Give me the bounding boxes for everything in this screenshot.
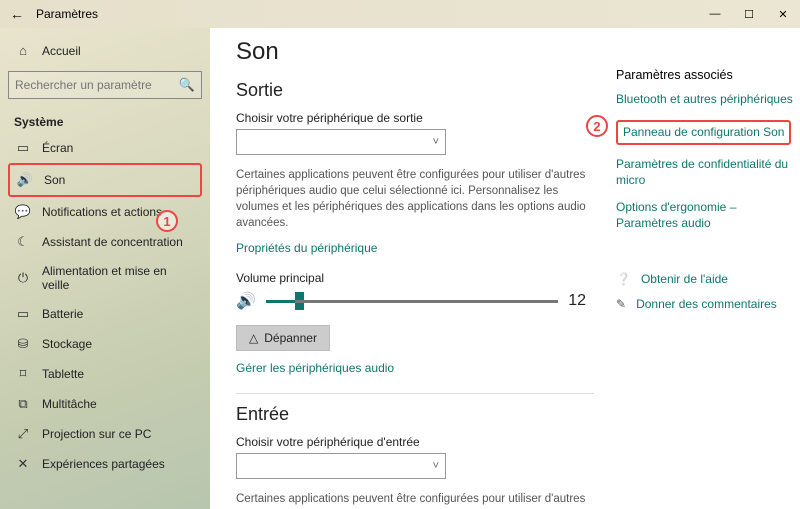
storage-icon: ⛁ (14, 336, 32, 352)
sidebar-item-home[interactable]: ⌂ Accueil (8, 36, 202, 65)
sidebar-item-label: Batterie (42, 307, 83, 321)
sidebar: ⌂ Accueil 🔍 Système ▭ Écran 🔊 Son 💬 Noti… (0, 28, 210, 509)
search-icon: 🔍 (179, 77, 195, 93)
sidebar-item-label: Projection sur ce PC (42, 427, 151, 441)
maximize-button[interactable]: ☐ (732, 0, 766, 28)
get-help-label: Obtenir de l'aide (641, 272, 728, 288)
project-icon: ⤢ (14, 426, 32, 442)
sidebar-item-battery[interactable]: ▭ Batterie (8, 299, 202, 329)
give-feedback-label: Donner des commentaires (636, 297, 777, 313)
main-content: Son Sortie Choisir votre périphérique de… (210, 28, 610, 509)
warning-icon: △ (249, 331, 258, 345)
power-icon: ⏻ (14, 270, 32, 286)
link-mic-privacy[interactable]: Paramètres de confidentialité du micro (616, 157, 794, 188)
sidebar-section-heading: Système (8, 109, 202, 133)
sound-icon: 🔊 (16, 172, 34, 188)
minimize-button[interactable]: — (698, 0, 732, 28)
slider-thumb[interactable] (295, 292, 304, 310)
input-device-label: Choisir votre périphérique d'entrée (236, 435, 594, 449)
sidebar-item-sound[interactable]: 🔊 Son (8, 163, 202, 197)
tablet-icon: ⌑ (14, 366, 32, 382)
sidebar-item-label: Multitâche (42, 397, 97, 411)
sidebar-item-label: Son (44, 173, 65, 187)
page-title: Son (236, 38, 594, 66)
sidebar-item-focus-assist[interactable]: ☾ Assistant de concentration (8, 227, 202, 257)
annotation-callout-1: 1 (156, 210, 178, 232)
sidebar-item-storage[interactable]: ⛁ Stockage (8, 329, 202, 359)
master-volume-label: Volume principal (236, 271, 594, 285)
feedback-icon: ✎ (616, 297, 626, 311)
related-heading: Paramètres associés (616, 68, 794, 82)
output-description: Certaines applications peuvent être conf… (236, 167, 586, 231)
search-input[interactable] (15, 78, 179, 92)
sidebar-item-label: Expériences partagées (42, 457, 165, 471)
titlebar: ← Paramètres (0, 0, 800, 28)
sidebar-item-tablet[interactable]: ⌑ Tablette (8, 359, 202, 389)
divider (236, 393, 594, 394)
annotation-callout-2: 2 (586, 115, 608, 137)
manage-audio-link[interactable]: Gérer les périphériques audio (236, 361, 394, 375)
input-description: Certaines applications peuvent être conf… (236, 491, 586, 509)
window-controls: — ☐ ✕ (698, 0, 800, 28)
related-settings: Paramètres associés Bluetooth et autres … (610, 28, 800, 509)
chevron-down-icon: ˅ (433, 136, 439, 148)
troubleshoot-button[interactable]: △ Dépanner (236, 325, 330, 351)
volume-value: 12 (568, 292, 586, 310)
sidebar-item-label: Écran (42, 141, 73, 155)
sidebar-item-label: Tablette (42, 367, 84, 381)
link-sound-control-panel[interactable]: Panneau de configuration Son (616, 120, 791, 146)
search-box[interactable]: 🔍 (8, 71, 202, 99)
help-icon: ❔ (616, 272, 631, 286)
input-device-dropdown[interactable]: ˅ (236, 453, 446, 479)
multitask-icon: ⧉ (14, 396, 32, 412)
sidebar-item-label: Stockage (42, 337, 92, 351)
give-feedback-link[interactable]: ✎ Donner des commentaires (616, 297, 794, 313)
sidebar-item-shared-experiences[interactable]: ✕ Expériences partagées (8, 449, 202, 479)
output-heading: Sortie (236, 80, 594, 101)
output-device-dropdown[interactable]: ˅ (236, 129, 446, 155)
sidebar-item-label: Notifications et actions (42, 205, 162, 219)
home-icon: ⌂ (14, 43, 32, 58)
sidebar-item-label: Assistant de concentration (42, 235, 183, 249)
battery-icon: ▭ (14, 306, 32, 322)
sidebar-item-display[interactable]: ▭ Écran (8, 133, 202, 163)
input-heading: Entrée (236, 404, 594, 425)
get-help-link[interactable]: ❔ Obtenir de l'aide (616, 272, 794, 288)
volume-icon[interactable]: 🔊 (236, 291, 256, 311)
volume-slider[interactable] (266, 300, 558, 303)
notifications-icon: 💬 (14, 204, 32, 220)
link-bluetooth[interactable]: Bluetooth et autres périphériques (616, 92, 794, 108)
sidebar-item-multitasking[interactable]: ⧉ Multitâche (8, 389, 202, 419)
link-ease-of-access-audio[interactable]: Options d'ergonomie – Paramètres audio (616, 200, 794, 231)
sidebar-item-power-sleep[interactable]: ⏻ Alimentation et mise en veille (8, 257, 202, 299)
output-device-label: Choisir votre périphérique de sortie (236, 111, 594, 125)
chevron-down-icon: ˅ (433, 460, 439, 472)
troubleshoot-label: Dépanner (264, 331, 317, 345)
moon-icon: ☾ (14, 234, 32, 250)
device-properties-link[interactable]: Propriétés du périphérique (236, 241, 377, 255)
sidebar-item-label: Alimentation et mise en veille (42, 264, 196, 292)
display-icon: ▭ (14, 140, 32, 156)
back-arrow-icon[interactable]: ← (10, 6, 24, 22)
sidebar-item-label: Accueil (42, 44, 81, 58)
close-button[interactable]: ✕ (766, 0, 800, 28)
window-title: Paramètres (36, 7, 98, 21)
shared-icon: ✕ (14, 456, 32, 472)
sidebar-item-projecting[interactable]: ⤢ Projection sur ce PC (8, 419, 202, 449)
